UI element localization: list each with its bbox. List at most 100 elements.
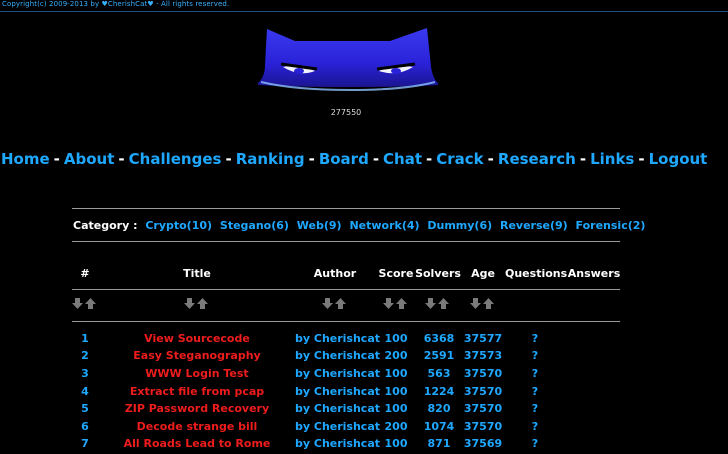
row-solvers: 2591	[423, 349, 455, 362]
category-crypto[interactable]: Crypto(10)	[145, 219, 212, 232]
header-number: #	[80, 267, 90, 280]
challenge-title-link[interactable]: WWW Login Test	[112, 367, 282, 380]
sort-down-icon[interactable]	[470, 298, 481, 309]
visitor-counter: 277550	[330, 108, 362, 117]
questions-link[interactable]: ?	[528, 420, 542, 433]
nav-separator: -	[225, 150, 232, 168]
sort-author	[322, 298, 348, 310]
nav-research[interactable]: Research	[498, 150, 576, 168]
nav-ranking[interactable]: Ranking	[236, 150, 305, 168]
header-questions: Questions	[505, 267, 568, 280]
questions-link[interactable]: ?	[528, 385, 542, 398]
header-title: Title	[183, 267, 211, 280]
category-reverse[interactable]: Reverse(9)	[500, 219, 568, 232]
header-divider	[72, 289, 620, 290]
category-web[interactable]: Web(9)	[297, 219, 342, 232]
sort-score	[383, 298, 409, 310]
nav-crack[interactable]: Crack	[436, 150, 483, 168]
category-dummy[interactable]: Dummy(6)	[427, 219, 492, 232]
category-network[interactable]: Network(4)	[349, 219, 419, 232]
header-answers: Answers	[567, 267, 621, 280]
sort-up-icon[interactable]	[396, 298, 407, 309]
row-solvers: 1224	[423, 385, 455, 398]
row-author: by Cherishcat	[295, 402, 381, 415]
nav-separator: -	[487, 150, 494, 168]
sort-down-icon[interactable]	[184, 298, 195, 309]
nav-home[interactable]: Home	[1, 150, 50, 168]
questions-link[interactable]: ?	[528, 349, 542, 362]
questions-link[interactable]: ?	[528, 402, 542, 415]
nav-logout[interactable]: Logout	[649, 150, 708, 168]
nav-chat[interactable]: Chat	[383, 150, 422, 168]
challenge-title-link[interactable]: ZIP Password Recovery	[112, 402, 282, 415]
main-nav: Home - About - Challenges - Ranking - Board - Chat…	[1, 150, 707, 168]
sort-up-icon[interactable]	[85, 298, 96, 309]
nav-links[interactable]: Links	[590, 150, 634, 168]
sort-up-icon[interactable]	[438, 298, 449, 309]
category-stegano[interactable]: Stegano(6)	[220, 219, 289, 232]
row-score: 100	[384, 385, 408, 398]
table-row: 3 WWW Login Test by Cherishcat 100 563 3…	[0, 367, 728, 384]
nav-separator: -	[638, 150, 645, 168]
top-divider	[0, 11, 728, 12]
copyright-text: Copyright(c) 2009-2013 by ♥CherishCat♥ -…	[2, 0, 230, 8]
nav-about[interactable]: About	[64, 150, 115, 168]
table-row: 4 Extract file from pcap by Cherishcat 1…	[0, 385, 728, 402]
sort-title	[184, 298, 210, 310]
nav-challenges[interactable]: Challenges	[129, 150, 222, 168]
questions-link[interactable]: ?	[528, 367, 542, 380]
category-forensic[interactable]: Forensic(2)	[576, 219, 646, 232]
category-label: Category :	[73, 219, 138, 232]
row-score: 100	[384, 437, 408, 450]
sort-up-icon[interactable]	[197, 298, 208, 309]
header-score: Score	[378, 267, 414, 280]
category-bar: Category : Crypto(10) Stegano(6) Web(9) …	[73, 219, 649, 232]
table-row: 5 ZIP Password Recovery by Cherishcat 10…	[0, 402, 728, 419]
row-solvers: 871	[427, 437, 451, 450]
nav-separator: -	[579, 150, 587, 168]
challenge-title-link[interactable]: Easy Steganography	[112, 349, 282, 362]
row-author: by Cherishcat	[295, 420, 381, 433]
row-number: 2	[81, 349, 89, 362]
challenge-title-link[interactable]: View Sourcecode	[112, 332, 282, 345]
sort-number	[72, 298, 98, 310]
questions-link[interactable]: ?	[528, 332, 542, 345]
row-author: by Cherishcat	[295, 437, 381, 450]
row-number: 3	[81, 367, 89, 380]
sort-down-icon[interactable]	[425, 298, 436, 309]
sort-age	[470, 298, 496, 310]
sort-up-icon[interactable]	[335, 298, 346, 309]
nav-board[interactable]: Board	[319, 150, 369, 168]
nav-separator: -	[53, 150, 60, 168]
sort-down-icon[interactable]	[72, 298, 83, 309]
sort-up-icon[interactable]	[483, 298, 494, 309]
nav-separator: -	[372, 150, 380, 168]
row-age: 37570	[463, 367, 503, 380]
sort-solvers	[425, 298, 451, 310]
row-score: 200	[384, 349, 408, 362]
table-row: 2 Easy Steganography by Cherishcat 200 2…	[0, 349, 728, 366]
row-age: 37570	[463, 420, 503, 433]
row-number: 1	[81, 332, 89, 345]
header-age: Age	[471, 267, 495, 280]
nav-separator: -	[426, 150, 433, 168]
row-age: 37570	[463, 385, 503, 398]
row-author: by Cherishcat	[295, 367, 381, 380]
challenge-title-link[interactable]: Decode strange bill	[112, 420, 282, 433]
row-score: 200	[384, 420, 408, 433]
row-score: 100	[384, 367, 408, 380]
sort-down-icon[interactable]	[383, 298, 394, 309]
header-solvers: Solvers	[415, 267, 461, 280]
challenge-title-link[interactable]: Extract file from pcap	[112, 385, 282, 398]
row-solvers: 563	[427, 367, 451, 380]
questions-link[interactable]: ?	[528, 437, 542, 450]
row-author: by Cherishcat	[295, 332, 381, 345]
nav-separator: -	[118, 150, 125, 168]
table-top-divider	[72, 321, 620, 322]
table-row: 7 All Roads Lead to Rome by Cherishcat 1…	[0, 437, 728, 454]
row-number: 7	[81, 437, 89, 450]
header-author: Author	[313, 267, 357, 280]
sort-down-icon[interactable]	[322, 298, 333, 309]
row-age: 37570	[463, 402, 503, 415]
challenge-title-link[interactable]: All Roads Lead to Rome	[112, 437, 282, 450]
